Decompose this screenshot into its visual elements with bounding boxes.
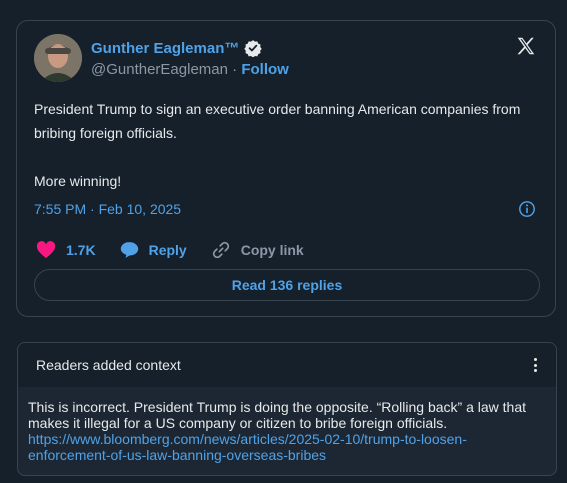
like-count: 1.7K: [66, 242, 96, 258]
tweet-timestamp[interactable]: 7:55 PM · Feb 10, 2025: [34, 201, 181, 217]
author-name-text[interactable]: Gunther Eagleman™: [91, 40, 239, 57]
avatar[interactable]: [34, 34, 82, 82]
read-replies-button[interactable]: Read 136 replies: [34, 269, 540, 301]
tweet-actions: 1.7K Reply Copy link: [36, 240, 328, 260]
more-vertical-icon[interactable]: [534, 358, 538, 372]
handle-line: @GuntherEagleman · Follow: [91, 61, 289, 78]
author-handle[interactable]: @GuntherEagleman: [91, 61, 228, 78]
tweet-text: President Trump to sign an executive ord…: [34, 97, 534, 193]
context-text: This is incorrect. President Trump is do…: [28, 399, 527, 431]
reply-bubble-icon: [120, 242, 138, 258]
heart-icon: [36, 241, 56, 259]
like-button[interactable]: 1.7K: [36, 241, 96, 259]
verified-badge-icon: [244, 40, 263, 57]
info-icon[interactable]: [518, 200, 536, 218]
copy-link-button[interactable]: Copy link: [211, 240, 304, 260]
context-header: Readers added context: [18, 343, 556, 387]
context-header-title: Readers added context: [36, 357, 181, 373]
readers-context-card: Readers added context This is incorrect.…: [17, 342, 557, 476]
context-body: This is incorrect. President Trump is do…: [18, 387, 556, 463]
separator-dot: ·: [232, 61, 238, 78]
link-icon: [212, 241, 229, 259]
tweet-text-line-1: President Trump to sign an executive ord…: [34, 101, 521, 141]
tweet-card: Gunther Eagleman™ @GuntherEagleman · Fol…: [16, 20, 556, 317]
author-name[interactable]: Gunther Eagleman™: [91, 39, 263, 57]
tweet-text-line-2: More winning!: [34, 173, 122, 189]
copy-link-label: Copy link: [240, 242, 304, 258]
context-source-link[interactable]: https://www.bloomberg.com/news/articles/…: [28, 431, 546, 463]
follow-button[interactable]: Follow: [241, 61, 289, 78]
reply-label: Reply: [148, 242, 187, 258]
x-logo-icon[interactable]: [515, 35, 537, 57]
reply-button[interactable]: Reply: [120, 241, 187, 259]
